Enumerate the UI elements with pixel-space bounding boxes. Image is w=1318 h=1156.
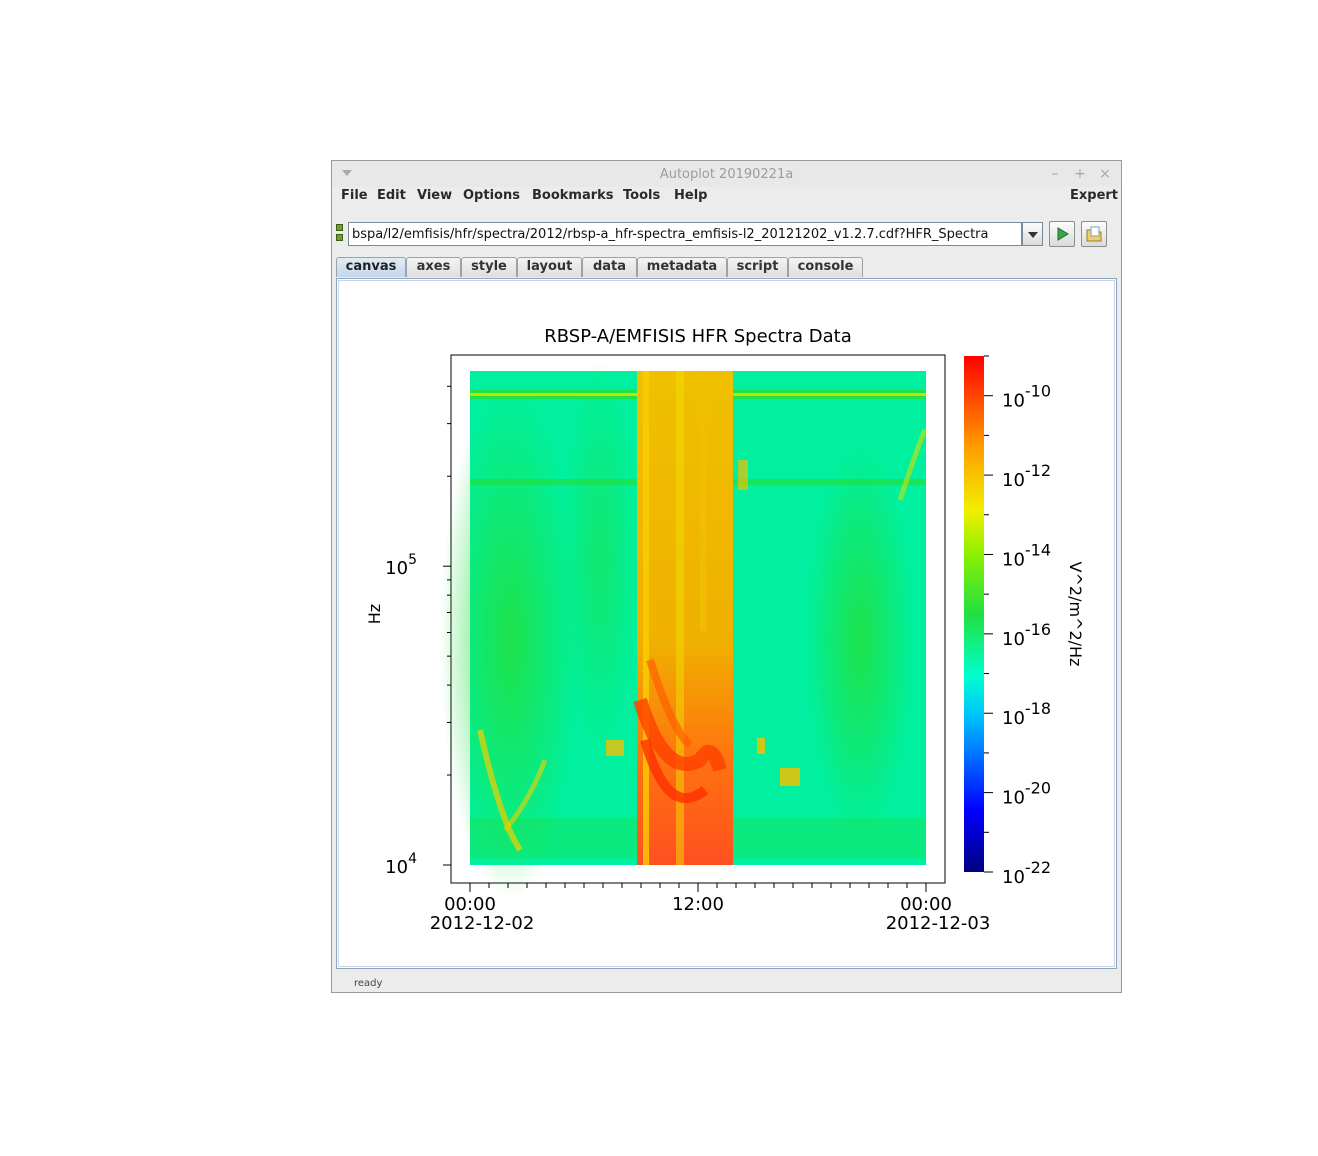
low-frequency-emission <box>560 360 640 760</box>
colorbar-tick-label: 10-16 <box>1002 620 1051 650</box>
x-tick-date-label: 2012-12-02 <box>430 913 535 934</box>
colorbar-tick-label: 10-22 <box>1002 858 1051 888</box>
broadband-stripe <box>700 371 706 631</box>
colorbar-tick-label: 10-10 <box>1002 382 1051 412</box>
y-tick-label: 104 <box>385 851 417 878</box>
colorbar-tick-label: 10-18 <box>1002 699 1051 729</box>
x-tick-label: 00:00 <box>444 894 496 915</box>
y-axis-label: Hz <box>365 604 384 624</box>
x-tick-label: 12:00 <box>672 894 724 915</box>
colorbar-label: V^2/m^2/Hz <box>1066 562 1085 667</box>
emission-patch <box>606 740 624 756</box>
colorbar <box>964 356 984 872</box>
colorbar-tick-label: 10-14 <box>1002 540 1051 570</box>
low-frequency-emission <box>805 440 915 840</box>
emission-patch <box>757 738 765 754</box>
broadband-emission <box>637 371 733 865</box>
colorbar-axis: 10-10 10-12 10-14 10-16 10-18 10-20 10-22 <box>984 355 1051 888</box>
y-tick-label: 105 <box>385 552 417 579</box>
chart-title: RBSP-A/EMFISIS HFR Spectra Data <box>544 326 851 347</box>
spectrogram-image <box>440 360 928 900</box>
broadband-stripe <box>643 371 649 865</box>
x-tick-label: 00:00 <box>900 894 952 915</box>
emission-patch <box>738 460 748 490</box>
spectrogram-chart: RBSP-A/EMFISIS HFR Spectra Data 104 105 0… <box>365 326 1085 934</box>
colorbar-tick-label: 10-12 <box>1002 461 1051 491</box>
emission-patch <box>780 768 800 786</box>
colorbar-tick-label: 10-20 <box>1002 779 1051 809</box>
x-tick-date-label: 2012-12-03 <box>886 913 991 934</box>
